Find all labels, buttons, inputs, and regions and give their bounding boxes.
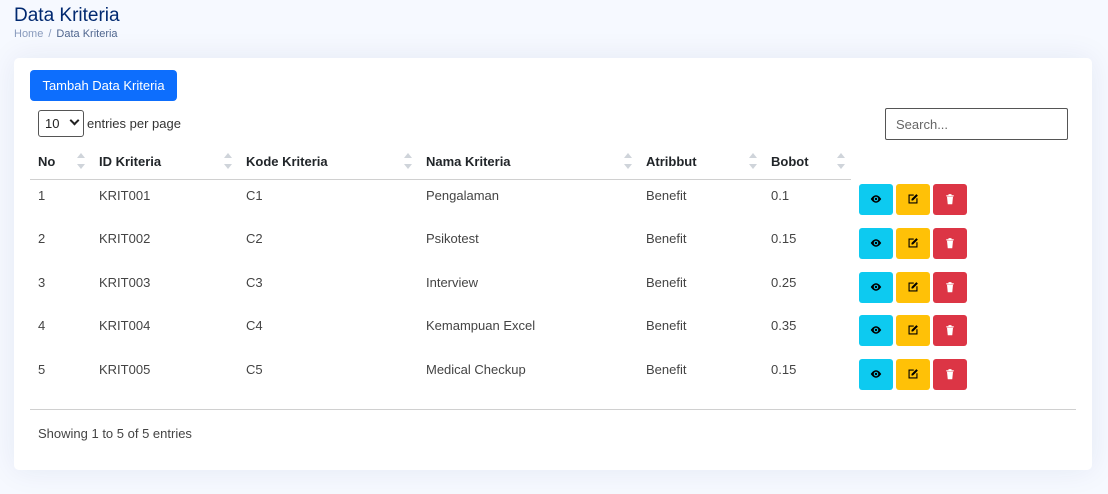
table-row: 5 KRIT005 C5 Medical Checkup Benefit 0.1… (30, 354, 1076, 398)
cell-atribbut: Benefit (646, 318, 687, 334)
cell-bobot: 0.1 (771, 187, 790, 203)
cell-kode-kriteria: C5 (246, 362, 263, 378)
delete-button[interactable] (933, 271, 967, 303)
sort-icon (837, 153, 845, 171)
cell-kode-kriteria: C1 (246, 187, 263, 203)
cell-nama-kriteria: Pengalaman (426, 187, 499, 203)
trash-icon (946, 369, 954, 380)
page-title: Data Kriteria (14, 5, 120, 26)
trash-icon (946, 194, 954, 205)
table-row: 1 KRIT001 C1 Pengalaman Benefit 0.1 (30, 179, 1076, 223)
trash-icon (946, 237, 954, 249)
column-header-bobot[interactable]: Bobot (763, 144, 851, 180)
column-header-id-kriteria[interactable]: ID Kriteria (91, 144, 238, 180)
cell-atribbut: Benefit (646, 274, 687, 290)
sort-icon (404, 153, 412, 171)
edit-icon (908, 237, 918, 248)
eye-icon (870, 282, 882, 291)
row-actions (851, 179, 1076, 223)
column-header-atribbut[interactable]: Atribbut (638, 144, 763, 180)
data-card: Tambah Data Kriteria 10 entries per page… (14, 58, 1092, 470)
cell-no: 4 (38, 318, 46, 334)
cell-bobot: 0.35 (771, 318, 797, 334)
cell-bobot: 0.25 (771, 274, 797, 290)
row-actions (851, 310, 1076, 354)
table-row: 2 KRIT002 C2 Psikotest Benefit 0.15 (30, 223, 1076, 267)
cell-nama-kriteria: Medical Checkup (426, 362, 526, 378)
table-row: 3 KRIT003 C3 Interview Benefit 0.25 (30, 267, 1076, 311)
search-input[interactable] (885, 108, 1068, 140)
view-button[interactable] (859, 271, 893, 303)
cell-atribbut: Benefit (646, 362, 687, 378)
row-actions (851, 354, 1076, 398)
edit-icon (908, 194, 918, 204)
view-button[interactable] (859, 227, 893, 259)
sort-icon (624, 153, 632, 171)
cell-kode-kriteria: C4 (246, 318, 263, 334)
edit-icon (908, 369, 918, 379)
criteria-table: No ID Kriteria Kode Kriteria Nama Kriter… (30, 144, 1076, 398)
view-button[interactable] (859, 184, 893, 215)
edit-button[interactable] (896, 227, 930, 259)
view-button[interactable] (859, 315, 893, 347)
cell-no: 2 (38, 230, 46, 246)
entries-per-page-value: 10 (45, 116, 60, 131)
breadcrumb-separator: / (48, 28, 52, 40)
cell-bobot: 0.15 (771, 362, 797, 378)
column-header-nama-kriteria[interactable]: Nama Kriteria (418, 144, 638, 180)
delete-button[interactable] (933, 359, 967, 391)
table-header-row: No ID Kriteria Kode Kriteria Nama Kriter… (30, 144, 1076, 180)
column-header-kode-kriteria[interactable]: Kode Kriteria (238, 144, 418, 180)
eye-icon (870, 239, 882, 247)
cell-atribbut: Benefit (646, 187, 687, 203)
cell-nama-kriteria: Kemampuan Excel (426, 318, 536, 334)
edit-button[interactable] (896, 359, 930, 391)
column-header-actions (851, 144, 1076, 179)
table-info: Showing 1 to 5 of 5 entries (38, 426, 192, 441)
edit-button[interactable] (896, 271, 930, 303)
trash-icon (946, 281, 954, 292)
cell-no: 5 (38, 362, 46, 378)
cell-nama-kriteria: Interview (426, 274, 479, 290)
cell-id-kriteria: KRIT004 (99, 318, 151, 334)
cell-no: 1 (38, 187, 46, 203)
delete-button[interactable] (933, 227, 967, 259)
cell-id-kriteria: KRIT001 (99, 187, 151, 203)
cell-id-kriteria: KRIT005 (99, 362, 151, 378)
breadcrumb-current: Data Kriteria (56, 28, 118, 40)
entries-per-page-label: entries per page (87, 116, 181, 131)
cell-kode-kriteria: C3 (246, 274, 263, 290)
row-actions (851, 267, 1076, 311)
breadcrumb-home-link[interactable]: Home (14, 28, 43, 40)
breadcrumb: Home / Data Kriteria (14, 28, 118, 40)
edit-button[interactable] (896, 184, 930, 215)
cell-kode-kriteria: C2 (246, 230, 263, 246)
cell-nama-kriteria: Psikotest (426, 230, 479, 246)
sort-icon (224, 153, 232, 171)
entries-per-page-select[interactable]: 10 (38, 110, 84, 137)
chevron-down-icon (69, 115, 80, 126)
trash-icon (946, 325, 954, 336)
table-footer-divider (30, 409, 1076, 410)
edit-button[interactable] (896, 315, 930, 347)
cell-no: 3 (38, 274, 46, 290)
sort-icon (749, 153, 757, 171)
column-header-no[interactable]: No (30, 144, 91, 180)
view-button[interactable] (859, 359, 893, 391)
cell-id-kriteria: KRIT003 (99, 274, 151, 290)
add-criteria-button[interactable]: Tambah Data Kriteria (30, 70, 177, 101)
sort-icon (77, 153, 85, 171)
delete-button[interactable] (933, 184, 967, 215)
eye-icon (870, 195, 882, 203)
edit-icon (908, 281, 918, 292)
eye-icon (870, 370, 882, 378)
row-actions (851, 223, 1076, 267)
table-row: 4 KRIT004 C4 Kemampuan Excel Benefit 0.3… (30, 310, 1076, 354)
eye-icon (870, 326, 882, 335)
cell-atribbut: Benefit (646, 230, 687, 246)
cell-bobot: 0.15 (771, 230, 797, 246)
edit-icon (908, 325, 918, 335)
delete-button[interactable] (933, 315, 967, 347)
cell-id-kriteria: KRIT002 (99, 230, 151, 246)
